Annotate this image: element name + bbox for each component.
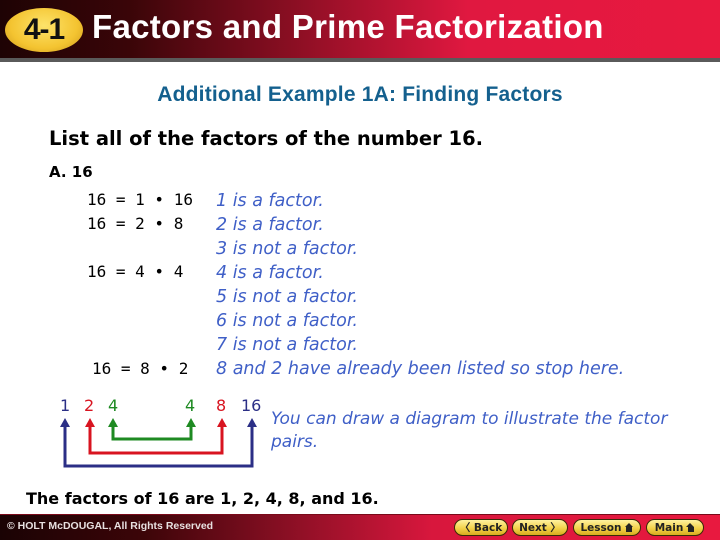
- home-icon: [686, 523, 695, 532]
- lesson-button[interactable]: Lesson: [573, 519, 641, 536]
- back-button[interactable]: 〈 Back: [454, 519, 508, 536]
- main-button[interactable]: Main: [646, 519, 704, 536]
- main-button-label: Main: [654, 521, 684, 534]
- next-button-label: Next 〉: [519, 522, 561, 534]
- lesson-button-label: Lesson: [580, 521, 622, 534]
- copyright-notice: © HOLT McDOUGAL, All Rights Reserved: [7, 520, 214, 532]
- factor-pair-diagram: [60, 418, 257, 468]
- factor-pair-connector-2-8: [85, 418, 227, 455]
- factor-pair-connector-4-4: [108, 418, 196, 441]
- next-button[interactable]: Next 〉: [512, 519, 568, 536]
- diagram-explanation: You can draw a diagram to illustrate the…: [271, 409, 668, 452]
- back-button-label: 〈 Back: [459, 522, 503, 534]
- conclusion: The factors of 16 are 1, 2, 4, 8, and 16…: [26, 489, 379, 508]
- home-icon: [624, 523, 634, 532]
